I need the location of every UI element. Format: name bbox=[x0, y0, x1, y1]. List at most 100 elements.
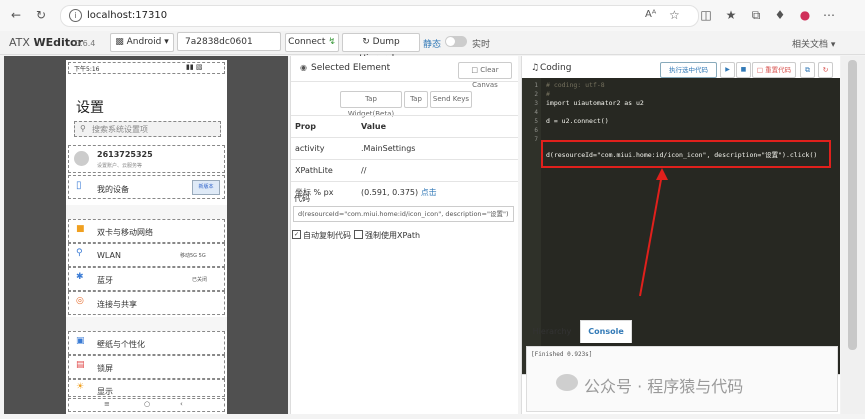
code-line: d = u2.connect() bbox=[546, 117, 609, 125]
send-keys-button[interactable]: Send Keys bbox=[430, 91, 472, 108]
prop-value-cell: (0.591, 0.375) 点击 bbox=[357, 181, 518, 203]
setting-label: 双卡与移动网络 bbox=[97, 228, 153, 237]
page-title: 设置 bbox=[76, 100, 104, 116]
code-line: import uiautomator2 as u2 bbox=[546, 99, 644, 107]
clear-icon: □ bbox=[471, 66, 479, 74]
table-row: XPathLite // bbox=[291, 159, 518, 182]
coding-header: Coding bbox=[540, 63, 572, 73]
prop-value: // bbox=[357, 159, 518, 182]
chevron-down-icon: ▾ bbox=[164, 37, 169, 47]
force-xpath-checkbox[interactable] bbox=[354, 230, 363, 239]
line-number: 1 bbox=[534, 82, 538, 89]
reset-code-button[interactable]: □ 重置代码 bbox=[752, 62, 796, 78]
browser-toolbar: ← ↻ i localhost:17310 Aᴬ ☆ ◫ ★ ⧉ ♦ ● ⋯ bbox=[0, 0, 865, 32]
home-icon[interactable]: ○ bbox=[144, 400, 150, 408]
setting-row-connection[interactable] bbox=[68, 291, 225, 315]
tap-widget-button[interactable]: Tap Widget(Beta) bbox=[340, 91, 402, 118]
setting-label: 蓝牙 bbox=[97, 276, 113, 285]
collections-icon[interactable]: ⧉ bbox=[749, 8, 763, 22]
phone-device-icon: ▯ bbox=[76, 180, 82, 191]
prop-value: .MainSettings bbox=[357, 137, 518, 160]
device-serial-input[interactable]: 7a2838dc0601 bbox=[177, 32, 281, 51]
red-arrow-annotation bbox=[639, 168, 668, 297]
platform-select[interactable]: ▩ Android ▾ bbox=[110, 33, 174, 52]
page-scrollbar[interactable] bbox=[841, 56, 865, 414]
info-icon[interactable]: i bbox=[69, 9, 82, 22]
account-sub: 设置账户、云服务等 bbox=[97, 163, 143, 169]
auto-copy-label: 自动复制代码 bbox=[303, 231, 351, 240]
code-line: # coding: utf-8 bbox=[546, 81, 605, 89]
coding-panel: ♫ Coding 执行选中代码 ▶ ■ □ 重置代码 ⧉ ↻ 1 2 3 4 5… bbox=[521, 56, 840, 414]
console-text: [Finished 0.923s] bbox=[531, 351, 593, 358]
split-screen-icon[interactable]: ◫ bbox=[699, 8, 713, 22]
refresh-icon: ↻ bbox=[362, 37, 370, 47]
favorite-star-icon[interactable]: ☆ bbox=[669, 8, 680, 22]
value-col-header: Value bbox=[357, 115, 518, 138]
brand-title: ATX WEditor bbox=[9, 36, 83, 49]
display-icon: ☀ bbox=[76, 382, 85, 392]
back-nav-icon[interactable]: ‹ bbox=[180, 400, 183, 408]
lock-icon: ▤ bbox=[76, 360, 85, 370]
my-device-label: 我的设备 bbox=[97, 185, 129, 194]
props-table: Prop Value activity .MainSettings XPathL… bbox=[291, 115, 518, 203]
brand-prefix: ATX bbox=[9, 36, 34, 49]
tap-button[interactable]: Tap bbox=[404, 91, 428, 108]
code-label: 代码 bbox=[294, 194, 310, 203]
selected-element-header: Selected Element bbox=[311, 63, 391, 73]
sim-card-icon: ■ bbox=[76, 224, 85, 234]
code-line: # bbox=[546, 90, 550, 98]
dump-hierarchy-button[interactable]: ↻ Dump Hierarchy bbox=[342, 33, 420, 64]
extension-icon[interactable]: ♦ bbox=[773, 8, 787, 22]
android-icon: ▩ bbox=[115, 37, 124, 47]
reload-icon[interactable]: ↻ bbox=[34, 8, 48, 22]
docs-label: 相关文档 bbox=[792, 40, 829, 50]
target-icon: ◉ bbox=[300, 63, 307, 72]
favorites-icon[interactable]: ★ bbox=[724, 8, 738, 22]
table-row: 坐标 % px (0.591, 0.375) 点击 bbox=[291, 181, 518, 203]
selected-element-panel: ◉ Selected Element □ Clear Canvas Tap Wi… bbox=[290, 56, 518, 414]
clear-canvas-button[interactable]: □ Clear Canvas bbox=[458, 62, 512, 89]
menu-icon[interactable]: ≡ bbox=[104, 400, 110, 408]
connect-button[interactable]: Connect ↯ bbox=[285, 33, 339, 52]
search-placeholder: 搜索系统设置项 bbox=[92, 125, 148, 134]
phone-screenshot[interactable]: 下午5:16 ▮▮ ▧ 设置 ⚲ 搜索系统设置项 2613725325 设置账户… bbox=[66, 60, 227, 414]
account-name: 2613725325 bbox=[97, 150, 153, 159]
device-badge: 新版本 bbox=[192, 180, 220, 195]
avatar bbox=[74, 151, 89, 166]
setting-row-lockscreen[interactable] bbox=[68, 355, 225, 379]
docs-menu[interactable]: 相关文档 ▾ bbox=[792, 37, 835, 50]
table-row: activity .MainSettings bbox=[291, 137, 518, 160]
force-xpath-label: 强制使用XPath bbox=[365, 231, 421, 240]
code-field[interactable]: d(resourceId="com.miui.home:id/icon_icon… bbox=[293, 206, 514, 222]
setting-label: 锁屏 bbox=[97, 364, 113, 373]
share-icon: ◎ bbox=[76, 296, 84, 306]
setting-label: 显示 bbox=[97, 387, 113, 396]
read-aloud-icon[interactable]: Aᴬ bbox=[645, 9, 656, 20]
auto-copy-checkbox[interactable]: ✓ bbox=[292, 230, 301, 239]
setting-row-wallpaper[interactable] bbox=[68, 331, 225, 355]
tab-console[interactable]: Console bbox=[580, 320, 632, 343]
scrollbar-thumb[interactable] bbox=[848, 60, 857, 350]
profile-icon[interactable]: ● bbox=[798, 8, 812, 22]
more-icon[interactable]: ⋯ bbox=[822, 8, 836, 22]
setting-row-display[interactable] bbox=[68, 379, 225, 397]
reload-code-icon[interactable]: ↻ bbox=[818, 62, 833, 78]
status-time: 下午5:16 bbox=[74, 66, 100, 73]
line-number: 3 bbox=[534, 100, 538, 107]
bluetooth-icon: ✱ bbox=[76, 272, 84, 282]
copy-icon[interactable]: ⧉ bbox=[800, 62, 815, 78]
click-link[interactable]: 点击 bbox=[421, 188, 437, 197]
wifi-icon: ⚲ bbox=[76, 248, 83, 258]
tab-hierarchy[interactable]: Hierarchy bbox=[528, 322, 576, 342]
back-icon[interactable]: ← bbox=[9, 8, 23, 22]
props-header-row: Prop Value bbox=[291, 115, 518, 138]
realtime-toggle[interactable] bbox=[445, 36, 467, 47]
wechat-icon bbox=[556, 374, 578, 391]
run-icon[interactable]: ▶ bbox=[720, 62, 735, 78]
platform-label: Android bbox=[126, 37, 162, 47]
line-number: 2 bbox=[534, 91, 538, 98]
stop-icon[interactable]: ■ bbox=[736, 62, 751, 78]
version-label: 0.6.4 bbox=[75, 39, 96, 48]
address-bar[interactable]: i localhost:17310 Aᴬ ☆ bbox=[60, 5, 699, 27]
run-selected-button[interactable]: 执行选中代码 bbox=[660, 62, 717, 78]
